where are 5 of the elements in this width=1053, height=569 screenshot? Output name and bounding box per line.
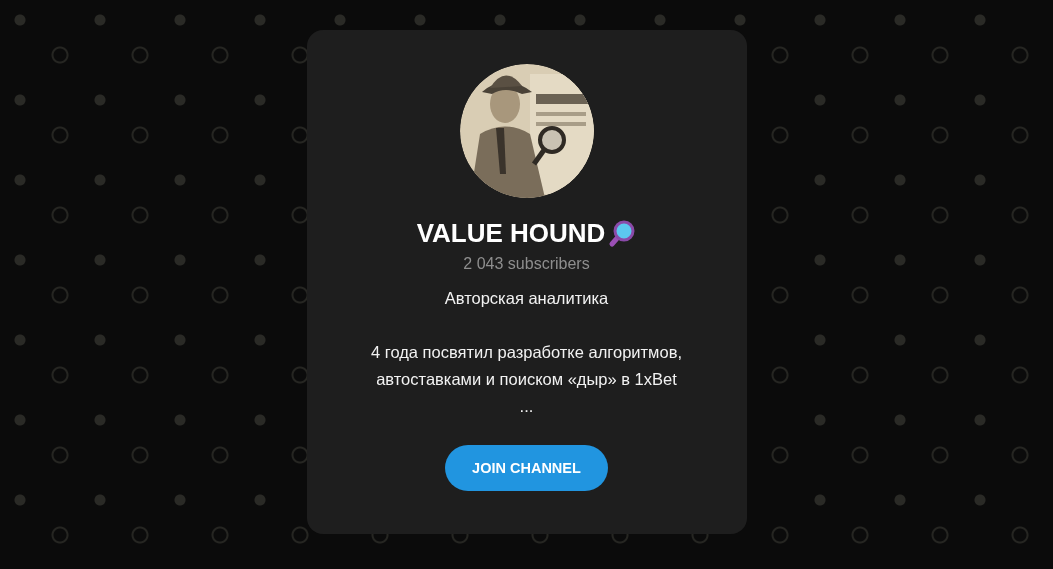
channel-title: VALUE HOUND — [416, 218, 606, 249]
join-button[interactable]: JOIN CHANNEL — [445, 445, 608, 491]
channel-description: Авторская аналитика 4 года посвятил разработке алгоритмов, автоставками и поиском «дыр» в 1xBet ... — [371, 288, 682, 417]
subscriber-count: 2 043 subscribers — [463, 255, 590, 273]
magnifier-icon — [608, 219, 637, 248]
